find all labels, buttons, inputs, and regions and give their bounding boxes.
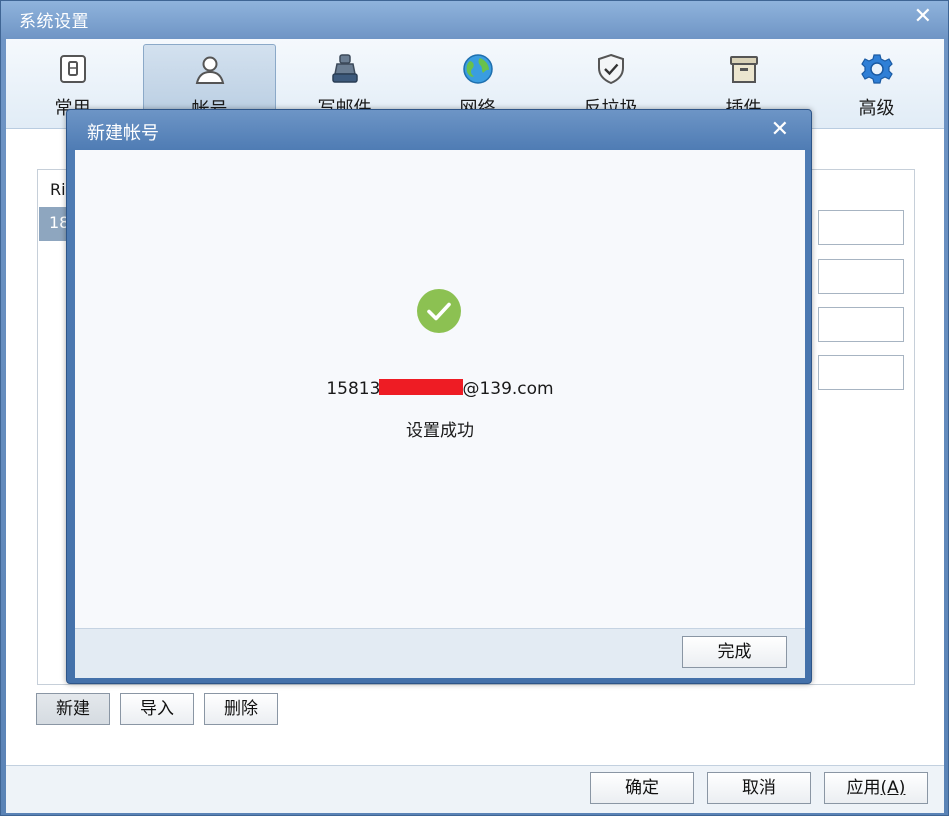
compose-icon — [331, 54, 358, 83]
setup-status: 设置成功 — [406, 421, 474, 441]
advanced-gear-icon — [860, 54, 893, 84]
new-account-dialog: 新建帐号 ✕ 15813 @139.com 设置成功 完成 — [66, 109, 812, 684]
account-list-header: Ri — [50, 180, 66, 199]
general-icon — [59, 55, 86, 83]
import-account-button[interactable]: 导入 — [120, 693, 194, 725]
account-field-1[interactable] — [818, 210, 904, 245]
dialog-title: 新建帐号 — [87, 123, 159, 144]
dialog-footer: 完成 — [75, 628, 805, 678]
delete-account-button[interactable]: 删除 — [204, 693, 278, 725]
email-prefix: 15813 — [326, 379, 381, 399]
account-field-2[interactable] — [818, 259, 904, 294]
ok-button[interactable]: 确定 — [590, 772, 694, 804]
cancel-button[interactable]: 取消 — [707, 772, 811, 804]
settings-footer: 确定 取消 应用(A) — [6, 765, 944, 813]
redaction-bar — [379, 379, 464, 395]
tab-advanced[interactable]: 高级 — [810, 44, 943, 128]
plugin-box-icon — [729, 56, 758, 83]
account-icon — [195, 56, 224, 84]
apply-button-label: 应用 — [846, 778, 881, 798]
window-title: 系统设置 — [19, 12, 89, 32]
apply-hotkey: (A) — [880, 778, 906, 798]
new-account-button[interactable]: 新建 — [36, 693, 110, 725]
dialog-close-icon[interactable]: ✕ — [771, 117, 789, 142]
window-close-icon[interactable]: ✕ — [914, 5, 932, 29]
account-email: 15813 @139.com — [75, 379, 805, 399]
tab-advanced-label: 高级 — [858, 98, 895, 119]
antispam-shield-icon — [597, 53, 624, 85]
success-check-icon — [417, 289, 461, 333]
network-globe-icon — [462, 54, 493, 84]
account-field-4[interactable] — [818, 355, 904, 390]
dialog-body: 15813 @139.com 设置成功 — [75, 150, 805, 628]
email-suffix: @139.com — [462, 379, 554, 399]
finish-button[interactable]: 完成 — [682, 636, 787, 668]
apply-button[interactable]: 应用(A) — [824, 772, 928, 804]
account-field-3[interactable] — [818, 307, 904, 342]
